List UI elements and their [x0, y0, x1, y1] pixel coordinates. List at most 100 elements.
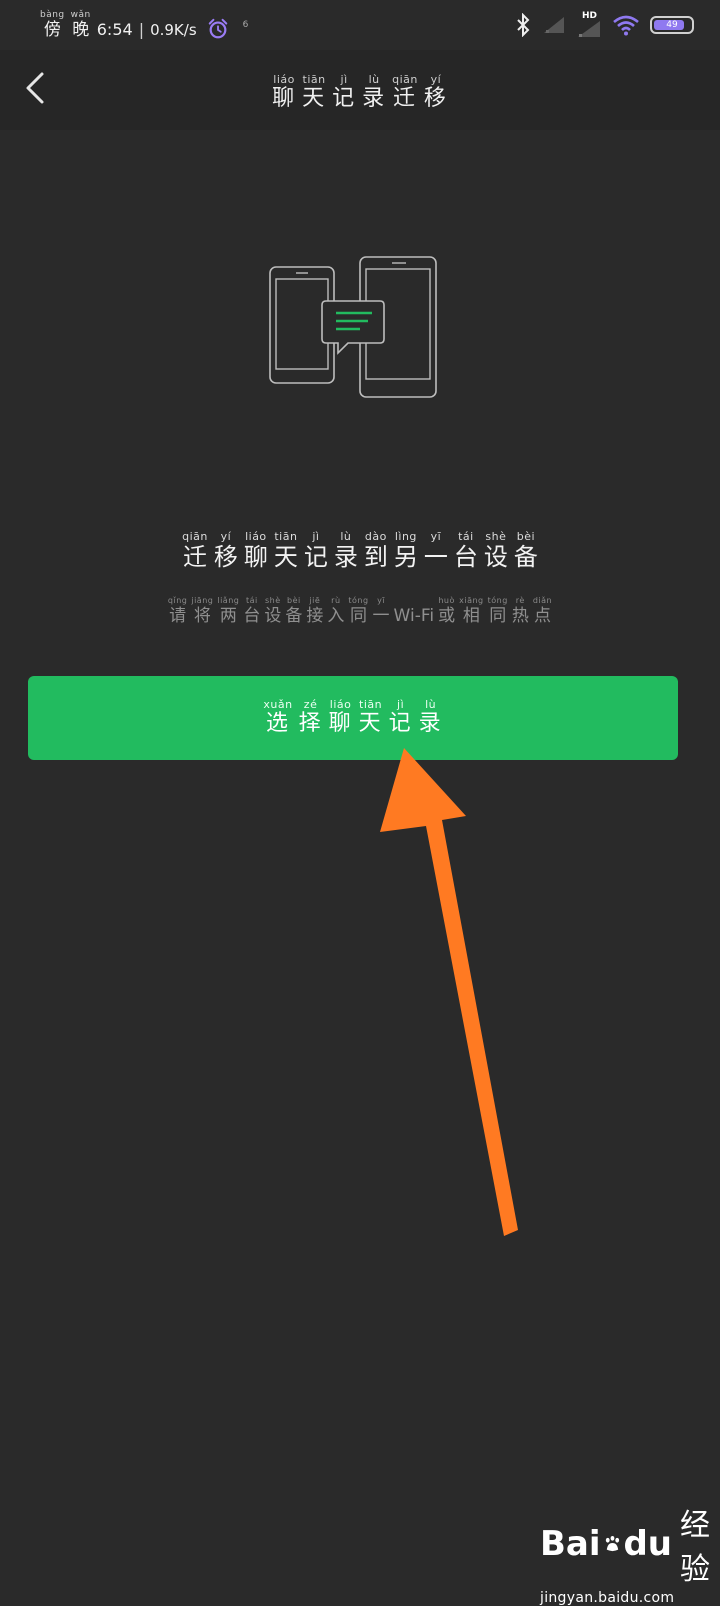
- button-label-pinyin: xuǎn: [263, 698, 293, 711]
- title-char: yí 移: [424, 74, 448, 112]
- button-label-pinyin: lù: [425, 698, 437, 711]
- instruction-hanzi: 将: [193, 606, 211, 626]
- button-label-pinyin: jì: [397, 698, 405, 711]
- instruction-char: rè 热: [512, 596, 529, 626]
- heading-char: yí 移: [214, 530, 238, 572]
- button-label-char: tiān 天: [359, 699, 383, 737]
- baidu-logo-cn: 经验: [680, 1508, 710, 1587]
- button-label-hanzi: 聊: [328, 711, 353, 736]
- select-chat-history-button[interactable]: xuǎn 选 zé 择 liáo 聊 tiān 天 jì 记 lù 录: [28, 676, 678, 760]
- instruction-pinyin: tóng: [348, 596, 369, 605]
- title-pinyin: liáo: [273, 73, 295, 86]
- instruction-pinyin: rù: [331, 596, 341, 605]
- button-label-char: xuǎn 选: [263, 699, 292, 737]
- title-hanzi: 移: [423, 86, 448, 111]
- instruction-char: tóng 同: [348, 596, 368, 626]
- two-phones-chat-transfer-icon: [269, 256, 437, 398]
- title-hanzi: 录: [362, 86, 387, 111]
- navigation-bar: liáo 聊 tiān 天 jì 记 lù 录 qiān 迁 yí 移: [0, 50, 720, 130]
- instruction-pinyin: huò: [438, 596, 455, 605]
- instruction-char: diǎn 点: [533, 596, 552, 626]
- heading-hanzi: 录: [333, 543, 358, 571]
- button-label-char: zé 择: [299, 699, 323, 737]
- instruction-char: huò 或: [438, 596, 455, 626]
- instruction-pinyin: tái: [245, 596, 258, 605]
- title-hanzi: 记: [332, 86, 357, 111]
- title-pinyin: tiān: [302, 73, 326, 86]
- button-label-char: lù 录: [419, 699, 443, 737]
- button-label-hanzi: 选: [265, 711, 290, 736]
- status-separator: |: [138, 20, 145, 39]
- heading-hanzi: 备: [513, 543, 538, 571]
- instruction-hanzi: 设: [264, 606, 282, 626]
- baidu-logo: Bai du 经验: [540, 1500, 710, 1588]
- signal-bars-icon: [578, 21, 600, 37]
- instruction-pinyin: qǐng: [167, 596, 188, 605]
- instruction-hanzi: 热: [511, 606, 529, 626]
- heading-char: tái 台: [454, 530, 478, 572]
- period-char-2: wǎn 晚: [70, 10, 91, 40]
- battery-icon: 49: [650, 16, 694, 34]
- title-hanzi: 聊: [272, 86, 297, 111]
- heading-hanzi: 迁: [182, 543, 207, 571]
- instruction-char: jiē 接: [306, 596, 323, 626]
- heading-char: liáo 聊: [243, 530, 268, 572]
- title-char: lù 录: [362, 74, 386, 112]
- heading-pinyin: yī: [430, 530, 442, 543]
- instruction-char: liǎng 两: [217, 596, 239, 626]
- instruction-pinyin: jiāng: [191, 596, 214, 605]
- heading-pinyin: shè: [485, 530, 507, 543]
- instruction-hanzi: 备: [285, 606, 303, 626]
- heading-char: shè 设: [483, 530, 508, 572]
- heading-char: jì 记: [303, 531, 328, 572]
- instruction-char: tái 台: [243, 596, 260, 626]
- button-label-hanzi: 录: [418, 711, 443, 736]
- heading-hanzi: 聊: [243, 543, 268, 571]
- title-hanzi: 天: [302, 86, 327, 111]
- annotation-arrow: [380, 748, 518, 1236]
- title-pinyin: yí: [430, 73, 442, 86]
- heading-hanzi: 设: [483, 543, 508, 571]
- instruction-char: yī 一: [373, 596, 390, 626]
- instruction-hanzi: 相: [462, 606, 480, 626]
- heading-pinyin: bèi: [516, 530, 536, 543]
- heading-pinyin: dào: [364, 530, 387, 543]
- heading-pinyin: lìng: [394, 530, 417, 543]
- wifi-icon: [613, 15, 639, 36]
- status-bar: bàng 傍 wǎn 晚 6:54 | 0.9K/s 6 HD 49: [0, 0, 720, 50]
- title-pinyin: qiān: [392, 73, 418, 86]
- instruction-pinyin: rè: [515, 596, 525, 605]
- status-bar-left: bàng 傍 wǎn 晚 6:54 | 0.9K/s 6: [40, 10, 248, 40]
- title-char: jì 记: [332, 74, 356, 112]
- heading-hanzi: 到: [363, 543, 388, 571]
- heading-char: yī 一: [424, 530, 448, 572]
- heading-hanzi: 记: [303, 543, 328, 571]
- button-label-char: liáo 聊: [329, 699, 353, 737]
- alarm-clock-icon: [208, 18, 227, 39]
- button-label-hanzi: 记: [388, 711, 413, 736]
- instruction-pinyin: tóng: [487, 596, 508, 605]
- instruction-hanzi: 入: [327, 606, 345, 626]
- hd-signal-icon: HD: [576, 11, 602, 38]
- heading-pinyin: tái: [458, 530, 474, 543]
- button-label-hanzi: 择: [298, 711, 323, 736]
- battery-level: 49: [666, 20, 678, 30]
- signal-strength-icon: [544, 17, 564, 33]
- instruction-pinyin: diǎn: [532, 596, 553, 605]
- title-char: tiān 天: [302, 74, 326, 112]
- instruction-hanzi: 台: [243, 606, 261, 626]
- instruction-char: xiāng 相: [459, 596, 484, 626]
- instruction-char: tóng 同: [488, 596, 508, 626]
- button-label-pinyin: liáo: [329, 698, 352, 711]
- paw-icon: [605, 1535, 619, 1552]
- instruction-char: rù 入: [327, 596, 344, 626]
- transfer-heading: qiān 迁 yí 移 liáo 聊 tiān 天 jì 记 lù 录 dào 到 lìng 另 yī 一 tái 台…: [0, 525, 720, 572]
- button-label-char: jì 记: [389, 699, 413, 737]
- heading-pinyin: liáo: [245, 530, 267, 543]
- instruction-hanzi: 请: [169, 606, 187, 626]
- instruction-pinyin: yī: [377, 596, 386, 605]
- heading-char: lù 录: [333, 531, 358, 572]
- heading-pinyin: yí: [220, 530, 232, 543]
- baidu-jingyan-watermark: Bai du 经验 jingyan.baidu.com: [540, 1500, 710, 1606]
- baidu-logo-text-2: du: [623, 1524, 672, 1564]
